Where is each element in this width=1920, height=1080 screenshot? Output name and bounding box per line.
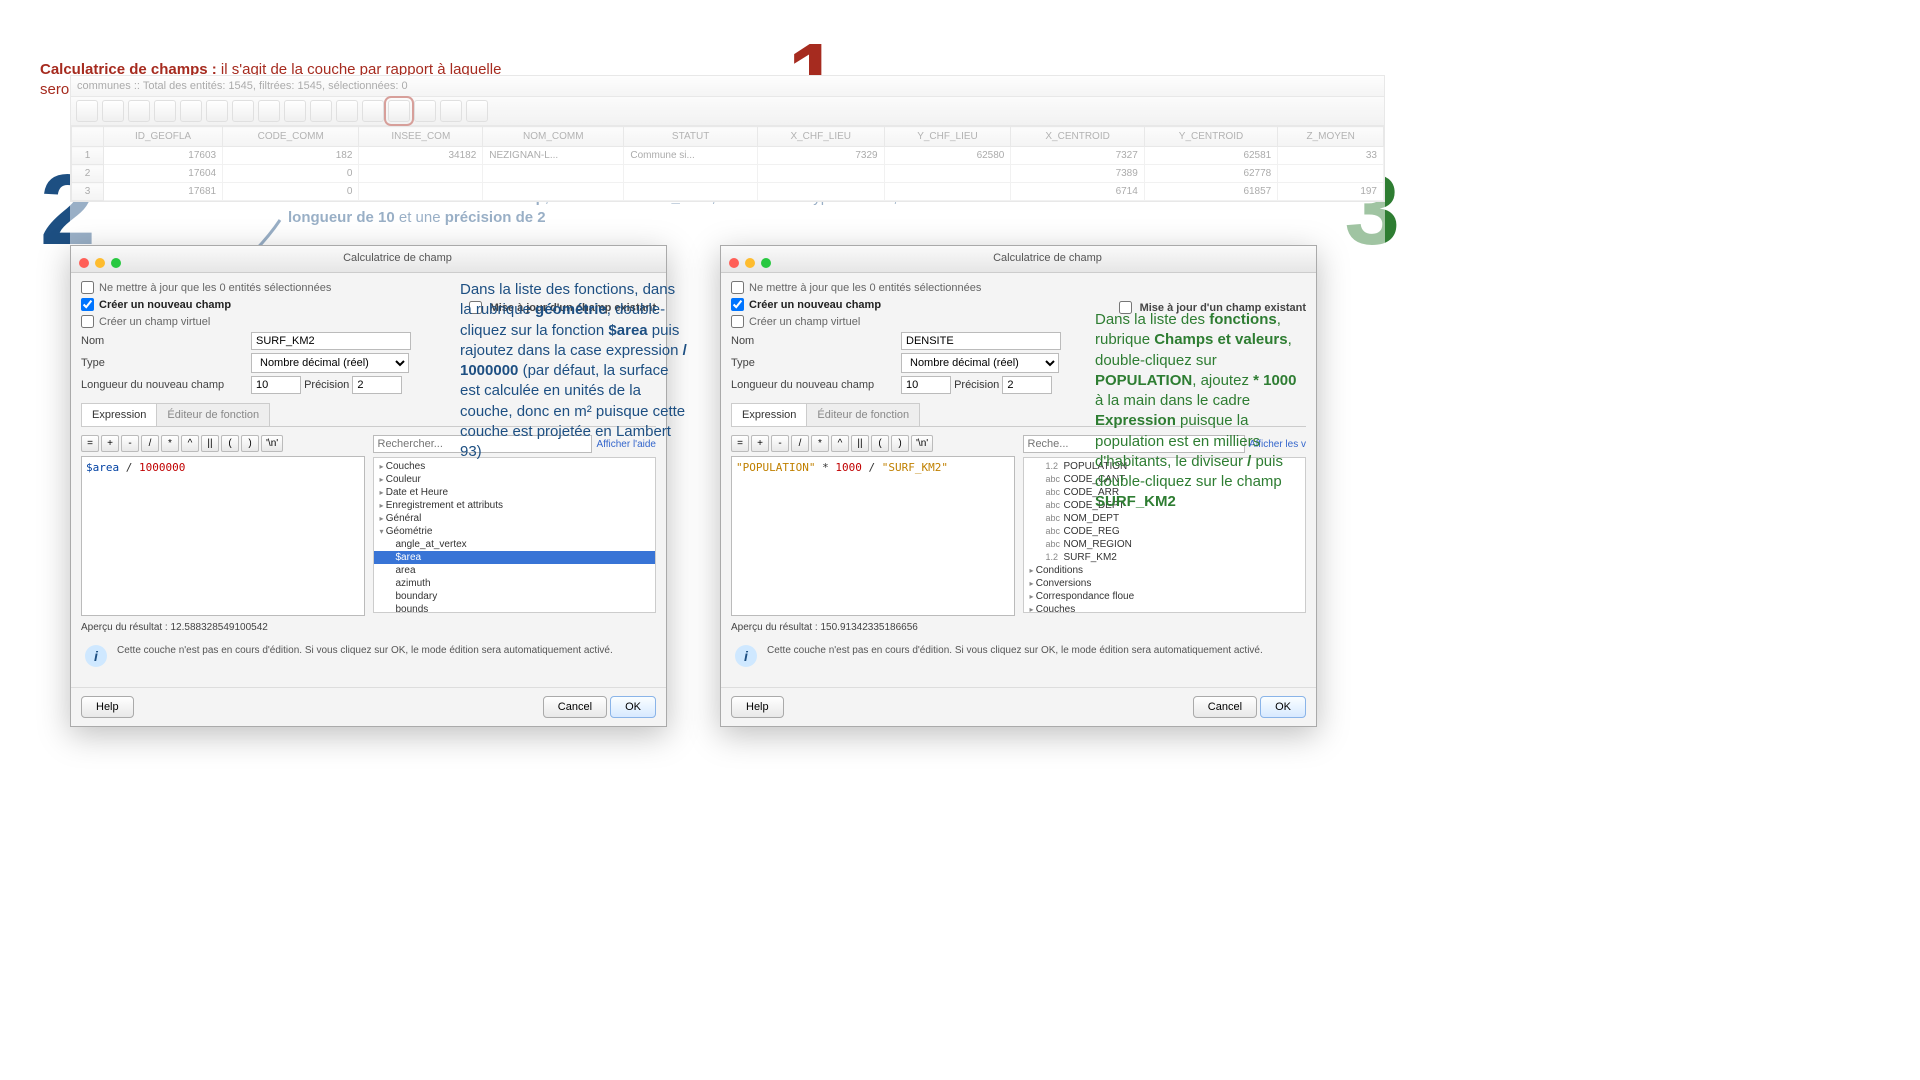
field-type-select[interactable]: Nombre décimal (réel) <box>901 353 1059 373</box>
operator-button[interactable]: / <box>791 435 809 452</box>
toolbar-button[interactable] <box>310 100 332 122</box>
create-new-field-checkbox[interactable] <box>81 298 94 311</box>
help-button[interactable]: Help <box>81 696 134 718</box>
tab-function-editor[interactable]: Éditeur de fonction <box>156 403 270 426</box>
ok-button[interactable]: OK <box>610 696 656 718</box>
info-icon: i <box>85 645 107 667</box>
operator-row: =+-/*^||()'\n' <box>731 435 1015 452</box>
operator-button[interactable]: * <box>161 435 179 452</box>
toolbar-button[interactable] <box>414 100 436 122</box>
tab-function-editor[interactable]: Éditeur de fonction <box>806 403 920 426</box>
tab-expression[interactable]: Expression <box>731 403 807 426</box>
operator-button[interactable]: || <box>201 435 219 452</box>
field-name-input[interactable] <box>901 332 1061 350</box>
only-selected-checkbox[interactable] <box>81 281 94 294</box>
ok-button[interactable]: OK <box>1260 696 1306 718</box>
operator-button[interactable]: ) <box>891 435 909 452</box>
toolbar-button[interactable] <box>284 100 306 122</box>
expression-input[interactable]: $area / 1000000 <box>81 456 365 616</box>
operator-button[interactable]: = <box>731 435 749 452</box>
operator-button[interactable]: + <box>101 435 119 452</box>
operator-button[interactable]: ( <box>221 435 239 452</box>
toolbar-button[interactable] <box>466 100 488 122</box>
virtual-field-checkbox[interactable] <box>731 315 744 328</box>
operator-button[interactable]: || <box>851 435 869 452</box>
toolbar-button[interactable] <box>232 100 254 122</box>
operator-button[interactable]: ^ <box>181 435 199 452</box>
virtual-field-checkbox[interactable] <box>81 315 94 328</box>
function-tree[interactable]: CouchesCouleurDate et HeureEnregistremen… <box>373 457 657 613</box>
operator-button[interactable]: ) <box>241 435 259 452</box>
tab-expression[interactable]: Expression <box>81 403 157 426</box>
operator-button[interactable]: ( <box>871 435 889 452</box>
toolbar-button[interactable] <box>258 100 280 122</box>
dialog-title: Calculatrice de champ <box>71 246 666 273</box>
operator-button[interactable]: ^ <box>831 435 849 452</box>
attribute-table-toolbar <box>71 97 1384 126</box>
toolbar-button[interactable] <box>336 100 358 122</box>
toolbar-button[interactable] <box>362 100 384 122</box>
preview-value: 150.91342335186656 <box>821 622 918 633</box>
operator-row: =+-/*^||()'\n' <box>81 435 365 452</box>
only-selected-checkbox[interactable] <box>731 281 744 294</box>
operator-button[interactable]: * <box>811 435 829 452</box>
dialog-title: Calculatrice de champ <box>721 246 1316 273</box>
toolbar-button[interactable] <box>102 100 124 122</box>
operator-button[interactable]: / <box>141 435 159 452</box>
toolbar-button[interactable] <box>440 100 462 122</box>
operator-button[interactable]: '\n' <box>911 435 933 452</box>
field-length-input[interactable] <box>251 376 301 394</box>
annotation-step3: Dans la liste des fonctions, rubrique Ch… <box>1095 310 1305 513</box>
operator-button[interactable]: - <box>771 435 789 452</box>
operator-button[interactable]: - <box>121 435 139 452</box>
attribute-grid[interactable]: ID_GEOFLACODE_COMMINSEE_COMNOM_COMMSTATU… <box>71 126 1384 201</box>
toolbar-button[interactable] <box>154 100 176 122</box>
help-button[interactable]: Help <box>731 696 784 718</box>
field-calculator-button[interactable] <box>388 100 410 122</box>
field-precision-input[interactable] <box>1002 376 1052 394</box>
toolbar-button[interactable] <box>180 100 202 122</box>
attribute-table-window: communes :: Total des entités: 1545, fil… <box>70 75 1385 202</box>
attribute-table-title: communes :: Total des entités: 1545, fil… <box>71 76 1384 97</box>
operator-button[interactable]: '\n' <box>261 435 283 452</box>
toolbar-button[interactable] <box>76 100 98 122</box>
cancel-button[interactable]: Cancel <box>543 696 607 718</box>
annotation-step2-body: Dans la liste des fonctions, dans la rub… <box>460 280 690 462</box>
toolbar-button[interactable] <box>128 100 150 122</box>
field-precision-input[interactable] <box>352 376 402 394</box>
field-length-input[interactable] <box>901 376 951 394</box>
field-name-input[interactable] <box>251 332 411 350</box>
cancel-button[interactable]: Cancel <box>1193 696 1257 718</box>
create-new-field-checkbox[interactable] <box>731 298 744 311</box>
operator-button[interactable]: + <box>751 435 769 452</box>
info-icon: i <box>735 645 757 667</box>
field-type-select[interactable]: Nombre décimal (réel) <box>251 353 409 373</box>
toolbar-button[interactable] <box>206 100 228 122</box>
expression-input[interactable]: "POPULATION" * 1000 / "SURF_KM2" <box>731 456 1015 616</box>
preview-value: 12.588328549100542 <box>171 622 268 633</box>
operator-button[interactable]: = <box>81 435 99 452</box>
